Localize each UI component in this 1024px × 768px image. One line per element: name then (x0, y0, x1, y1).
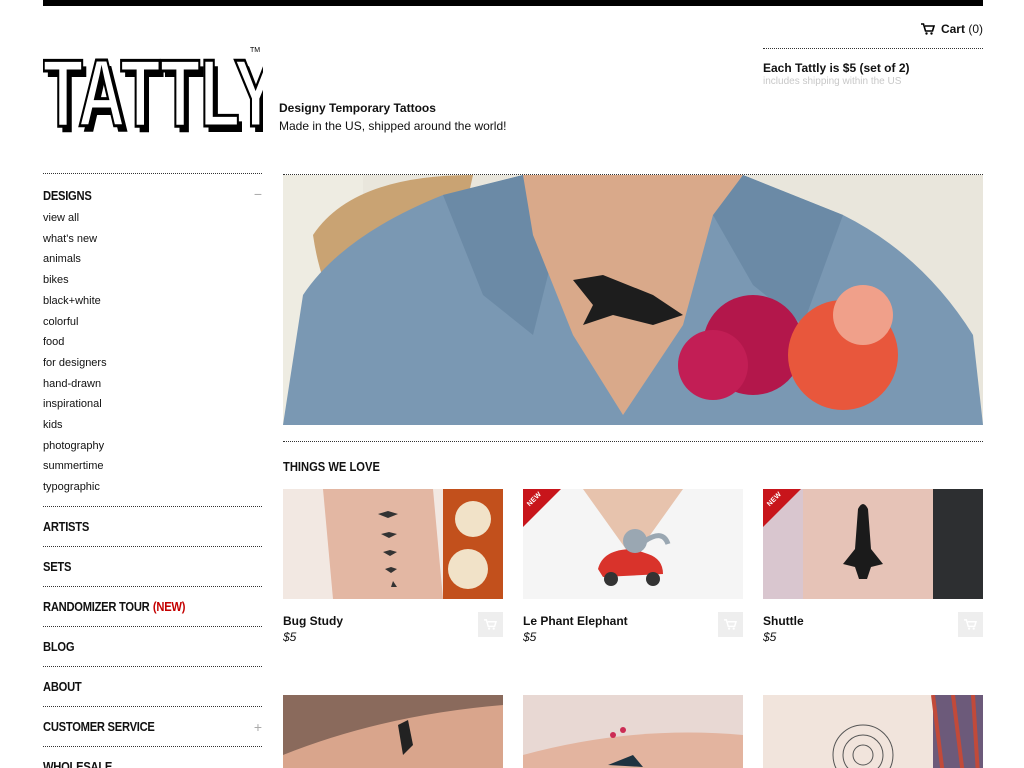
sidebar-item-colorful[interactable]: colorful (43, 312, 262, 333)
sidebar-item-photography[interactable]: photography (43, 436, 262, 457)
product-image[interactable] (763, 695, 983, 768)
sidebar-item-randomizer[interactable]: Randomizer Tour (New) (43, 587, 231, 626)
product-name[interactable]: Le Phant Elephant (523, 614, 743, 628)
sidebar-section-about: About (43, 665, 262, 706)
price-info: Each Tattly is $5 (set of 2) includes sh… (763, 48, 983, 87)
designs-list: view all what's new animals bikes black+… (43, 208, 262, 506)
sidebar-section-designs: Designs − view all what's new animals bi… (43, 173, 262, 506)
cart-icon (920, 23, 935, 35)
add-to-cart-button[interactable] (958, 612, 983, 637)
logo-text: TATTLY (43, 44, 263, 134)
add-to-cart-button[interactable] (718, 612, 743, 637)
hero-banner[interactable] (283, 174, 983, 425)
sidebar-section-wholesale: Wholesale (43, 745, 262, 768)
add-to-cart-button[interactable] (478, 612, 503, 637)
sidebar-item-designs[interactable]: Designs (43, 174, 231, 216)
cart-label: Cart (940, 22, 965, 36)
product-card[interactable]: NEW Shuttle $5 (763, 489, 983, 644)
cart-link[interactable]: Cart (0) (920, 22, 983, 36)
sidebar-item-animals[interactable]: animals (43, 249, 262, 270)
top-bar (43, 0, 983, 6)
tattly-logo[interactable]: TATTLY TATTLY TM (43, 44, 263, 134)
sidebar-item-food[interactable]: food (43, 332, 262, 353)
sidebar-item-whats-new[interactable]: what's new (43, 229, 262, 250)
sidebar-item-about[interactable]: About (43, 667, 231, 706)
section-title: Things We Love (283, 459, 380, 474)
product-price: $5 (763, 630, 777, 644)
product-name[interactable]: Bug Study (283, 614, 503, 628)
collapse-icon[interactable]: − (254, 186, 262, 202)
new-label: (New) (152, 598, 186, 614)
sidebar-item-hand-drawn[interactable]: hand-drawn (43, 374, 262, 395)
sidebar-item-typographic[interactable]: typographic (43, 477, 262, 498)
sidebar-item-summertime[interactable]: summertime (43, 456, 262, 477)
price-main: Each Tattly is $5 (set of 2) (763, 61, 910, 75)
cart-count: (0) (968, 22, 983, 36)
sidebar-item-sets[interactable]: Sets (43, 547, 231, 586)
sidebar-nav: Designs − view all what's new animals bi… (43, 173, 262, 768)
product-image[interactable]: NEW (763, 489, 983, 599)
sidebar-section-randomizer: Randomizer Tour (New) (43, 585, 262, 626)
sidebar-item-kids[interactable]: kids (43, 415, 262, 436)
sidebar-item-blog[interactable]: Blog (43, 627, 231, 666)
expand-icon[interactable]: + (254, 719, 262, 735)
product-image[interactable] (523, 695, 743, 768)
product-card[interactable]: Bug Study $5 (283, 489, 503, 644)
price-sub: includes shipping within the US (763, 76, 902, 87)
randomizer-label: Randomizer Tour (43, 598, 150, 614)
sidebar-section-artists: Artists (43, 505, 262, 546)
sidebar-item-artists[interactable]: Artists (43, 507, 231, 546)
cart-icon (484, 619, 497, 630)
cart-icon (964, 619, 977, 630)
sidebar-item-customer-service[interactable]: Customer Service (43, 707, 231, 746)
sidebar-item-wholesale[interactable]: Wholesale (43, 747, 231, 768)
logo-tm: TM (250, 47, 260, 54)
sidebar-item-for-designers[interactable]: for designers (43, 353, 262, 374)
product-name[interactable]: Shuttle (763, 614, 983, 628)
sidebar-section-blog: Blog (43, 625, 262, 666)
sidebar-section-customer-service: Customer Service + (43, 705, 262, 746)
tagline: Designy Temporary Tattoos Made in the US… (279, 99, 506, 135)
hero-image (283, 175, 983, 425)
product-price: $5 (523, 630, 537, 644)
section-divider (283, 441, 983, 442)
sidebar-item-bikes[interactable]: bikes (43, 270, 262, 291)
sidebar-item-black-white[interactable]: black+white (43, 291, 262, 312)
product-image[interactable]: NEW (523, 489, 743, 599)
product-price: $5 (283, 630, 297, 644)
product-card[interactable]: NEW Le Phant Elephant $5 (523, 489, 743, 644)
product-image[interactable] (283, 695, 503, 768)
tagline-subtitle: Made in the US, shipped around the world… (279, 119, 507, 133)
sidebar-section-sets: Sets (43, 545, 262, 586)
cart-icon (724, 619, 737, 630)
sidebar-item-inspirational[interactable]: inspirational (43, 394, 262, 415)
product-image[interactable] (283, 489, 503, 599)
tagline-title: Designy Temporary Tattoos (279, 101, 436, 115)
